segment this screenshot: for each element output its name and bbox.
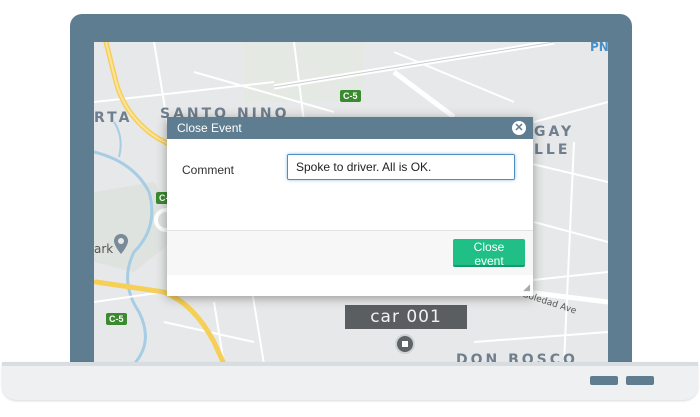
road-badge-c5: C-5 bbox=[106, 313, 127, 325]
laptop-port bbox=[626, 376, 654, 385]
close-event-dialog: Close Event ✕ Comment Close event ◢ bbox=[167, 117, 533, 296]
comment-input[interactable] bbox=[287, 154, 515, 180]
resize-handle-icon[interactable]: ◢ bbox=[523, 282, 530, 293]
comment-label: Comment bbox=[182, 163, 235, 177]
dialog-footer: Close event bbox=[167, 230, 533, 275]
map-label-gay: GAY bbox=[534, 124, 575, 140]
map-label-lle: LLE bbox=[534, 142, 571, 158]
car-label: car 001 bbox=[345, 305, 467, 329]
laptop-port bbox=[590, 376, 618, 385]
dialog-title: Close Event bbox=[177, 121, 242, 135]
close-icon[interactable]: ✕ bbox=[512, 121, 526, 135]
map-label-rta: RTA bbox=[94, 110, 133, 126]
dialog-header: Close Event ✕ bbox=[167, 117, 533, 139]
road-badge-c5: C-5 bbox=[340, 90, 361, 102]
close-event-button[interactable]: Close event bbox=[453, 239, 525, 268]
map-label-pn: PN bbox=[590, 42, 608, 54]
car-marker-icon[interactable] bbox=[395, 334, 415, 354]
map-pin-icon[interactable] bbox=[114, 234, 128, 254]
map-label-ark: ark bbox=[94, 242, 114, 256]
laptop-base-edge bbox=[2, 362, 698, 366]
